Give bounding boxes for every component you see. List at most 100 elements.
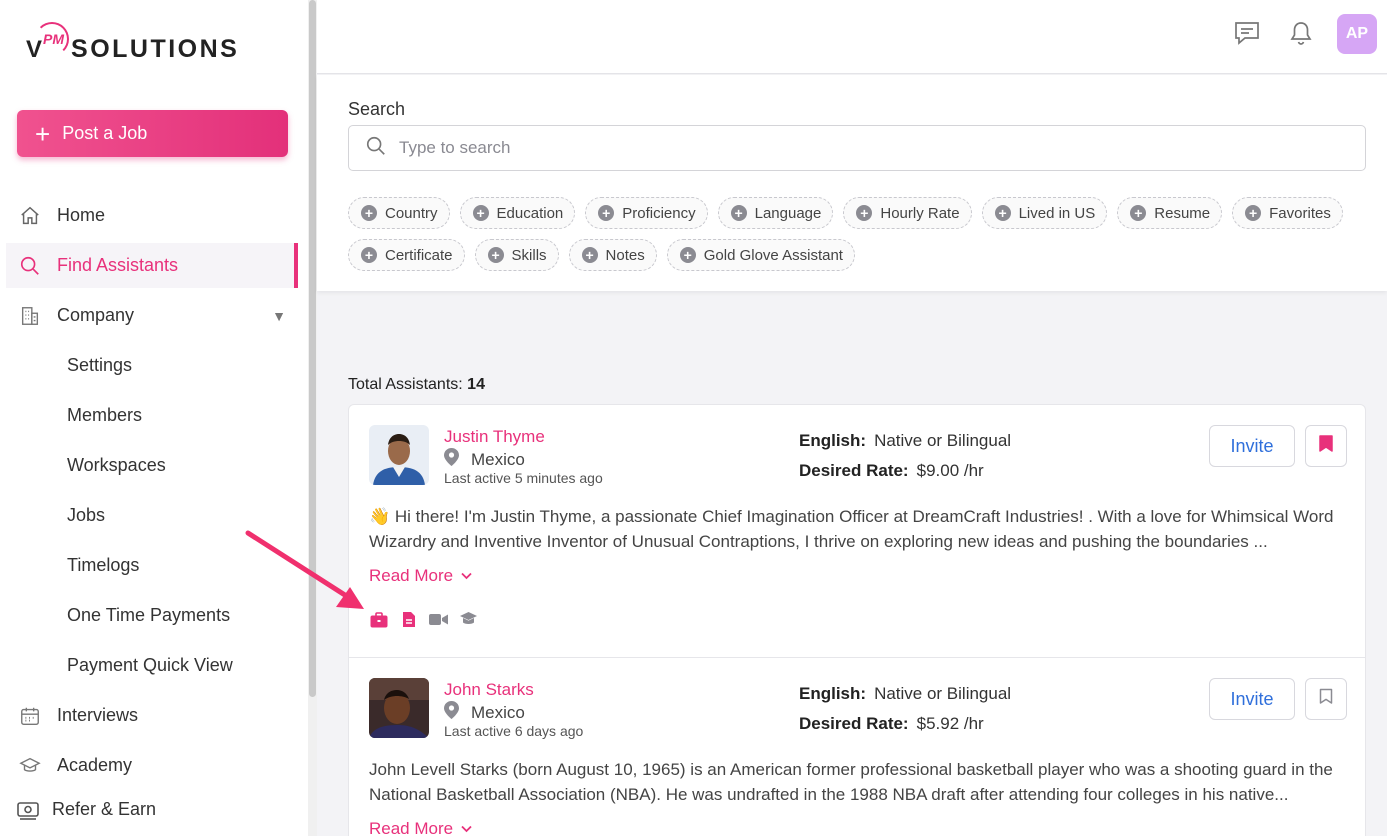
home-icon [18,204,42,228]
read-more-label: Read More [369,819,454,836]
filter-chip-gold-glove-assistant[interactable]: + Gold Glove Assistant [666,239,855,271]
assistant-card: Justin Thyme Mexico Last active 5 minute… [348,404,1366,658]
search-input[interactable] [399,138,1299,158]
filter-chip-proficiency[interactable]: + Proficiency [585,197,708,229]
sidebar-subitem-workspaces[interactable]: Workspaces [67,450,166,480]
avatar[interactable]: AP [1337,14,1377,54]
filter-chip-label: Language [754,204,822,222]
invite-button[interactable]: Invite [1209,678,1295,720]
filter-chip-skills[interactable]: + Skills [474,239,559,271]
bookmark-button[interactable] [1305,425,1347,467]
sidebar-item-home[interactable]: Home [6,193,298,238]
filter-chip-label: Lived in US [1018,204,1096,222]
filter-chip-resume[interactable]: + Resume [1117,197,1223,229]
topbar: AP [317,0,1387,74]
logo-pm-mark: PM [35,22,70,56]
sidebar-subitem-settings[interactable]: Settings [67,350,132,380]
money-icon [16,798,40,822]
messages-icon[interactable] [1232,18,1262,48]
sidebar-item-company[interactable]: Company ▼ [6,293,298,338]
filter-chip-favorites[interactable]: + Favorites [1232,197,1343,229]
sidebar-item-academy[interactable]: Academy [6,743,298,788]
bell-icon[interactable] [1286,18,1316,48]
filter-chip-education[interactable]: + Education [459,197,576,229]
assistant-card: John Starks Mexico Last active 6 days ag… [348,657,1366,836]
sidebar-subitem-payment-quick-view[interactable]: Payment Quick View [67,650,233,680]
plus-circle-icon: + [994,205,1011,221]
location-pin-icon [444,448,459,471]
filter-chip-label: Hourly Rate [880,204,960,222]
assistant-name[interactable]: Justin Thyme [444,427,545,447]
sidebar-scrollbar[interactable] [308,0,317,836]
calendar-icon [18,704,42,728]
filter-chip-certificate[interactable]: + Certificate [348,239,465,271]
english-level: English: Native or Bilingual [799,684,1011,704]
sidebar-item-label: Home [57,205,106,225]
assistant-name[interactable]: John Starks [444,680,534,700]
sidebar-subitem-members[interactable]: Members [67,400,142,430]
rate-value: $5.92 /hr [916,714,984,733]
filter-chip-label: Skills [511,246,547,264]
scrollbar-thumb[interactable] [309,0,316,697]
last-active: Last active 6 days ago [444,723,584,739]
total-assistants: Total Assistants: 14 [348,376,485,394]
desired-rate: Desired Rate: $9.00 /hr [799,461,984,481]
assistant-badges [369,610,478,629]
rate-value: $9.00 /hr [916,461,984,480]
sidebar-item-label: Company [57,305,135,325]
english-label: English: [799,431,867,450]
sidebar-subitem-jobs[interactable]: Jobs [67,500,105,530]
filter-chip-language[interactable]: + Language [717,197,834,229]
filter-chip-country[interactable]: + Country [348,197,450,229]
read-more-link[interactable]: Read More [369,819,472,836]
total-count: 14 [467,376,485,393]
search-box[interactable] [348,125,1366,171]
filter-chip-label: Proficiency [622,204,696,222]
plus-circle-icon: + [730,205,747,221]
video-icon[interactable] [429,610,448,629]
sidebar-item-interviews[interactable]: Interviews [6,693,298,738]
briefcase-icon[interactable] [369,610,388,629]
filter-chip-label: Country [385,204,438,222]
sidebar-subitem-timelogs[interactable]: Timelogs [67,550,139,580]
read-more-link[interactable]: Read More [369,566,472,586]
english-value: Native or Bilingual [874,684,1012,703]
assistant-location: Mexico [444,701,525,724]
filter-chip-label: Resume [1154,204,1211,222]
location-pin-icon [444,701,459,724]
sidebar-item-label: Find Assistants [57,255,179,275]
filter-chip-hourly-rate[interactable]: + Hourly Rate [843,197,972,229]
filter-chip-label: Education [496,204,564,222]
filter-chip-lived-in-us[interactable]: + Lived in US [981,197,1108,229]
assistant-photo[interactable] [369,425,429,485]
sidebar: V PM SOLUTIONS + Post a Job Home Find As… [0,0,308,836]
english-level: English: Native or Bilingual [799,431,1011,451]
sidebar-subitem-one-time-payments[interactable]: One Time Payments [67,600,230,630]
plus-circle-icon: + [856,205,873,221]
sidebar-item-label: Academy [57,755,133,775]
filter-chip-notes[interactable]: + Notes [568,239,657,271]
plus-icon: + [35,118,51,149]
plus-circle-icon: + [487,247,504,263]
post-job-label: Post a Job [62,123,148,143]
graduation-cap-icon[interactable] [459,610,478,629]
plus-circle-icon: + [361,247,377,263]
post-job-button[interactable]: + Post a Job [17,110,288,157]
logo[interactable]: V PM SOLUTIONS [26,22,239,66]
sidebar-item-refer-earn[interactable]: Refer & Earn [6,787,298,832]
caret-down-icon[interactable]: ▼ [272,308,286,324]
plus-circle-icon: + [581,247,598,263]
bookmark-filled-icon [1319,435,1333,457]
bookmark-button[interactable] [1305,678,1347,720]
rate-label: Desired Rate: [799,714,909,733]
assistant-photo[interactable] [369,678,429,738]
filter-chip-row: + Certificate + Skills + Notes + Gold Glove Ass… [348,239,1368,271]
assistant-bio: 👋 Hi there! I'm Justin Thyme, a passiona… [369,507,1334,551]
read-more-label: Read More [369,566,454,585]
sidebar-item-find-assistants[interactable]: Find Assistants [6,243,298,288]
document-icon[interactable] [399,610,418,629]
total-label: Total Assistants: [348,376,463,393]
invite-button[interactable]: Invite [1209,425,1295,467]
english-label: English: [799,684,867,703]
filter-chip-row: + Country + Education + Proficiency + Language +… [348,197,1368,229]
